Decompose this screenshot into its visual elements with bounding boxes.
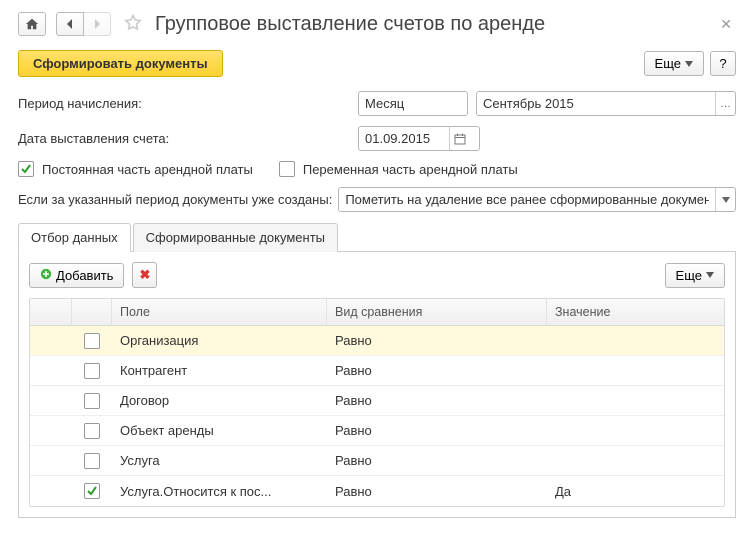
generate-documents-button[interactable]: Сформировать документы (18, 50, 223, 77)
add-label: Добавить (56, 268, 113, 283)
invoice-date-field[interactable] (358, 126, 480, 151)
table-row[interactable]: Услуга.Относится к пос...РавноДа (30, 476, 724, 506)
row-checkbox[interactable] (84, 483, 100, 499)
row-value: Да (547, 479, 724, 504)
tabs: Отбор данных Сформированные документы (18, 222, 736, 252)
table-row[interactable]: Объект арендыРавно (30, 416, 724, 446)
col-comparison: Вид сравнения (327, 299, 547, 325)
existing-docs-row: Если за указанный период документы уже с… (18, 187, 736, 212)
row-checkbox[interactable] (84, 363, 100, 379)
col-expand (30, 299, 72, 325)
row-comparison: Равно (327, 388, 547, 413)
tab-filter[interactable]: Отбор данных (18, 223, 131, 252)
row-checkbox[interactable] (84, 453, 100, 469)
tab-generated[interactable]: Сформированные документы (133, 223, 338, 252)
help-button[interactable]: ? (710, 51, 736, 76)
row-expand-cell (30, 456, 72, 466)
row-comparison: Равно (327, 418, 547, 443)
row-field: Контрагент (112, 358, 327, 383)
home-button[interactable] (18, 12, 46, 36)
row-check-cell (72, 388, 112, 414)
col-field: Поле (112, 299, 327, 325)
rent-parts-row: Постоянная часть арендной платы Переменн… (18, 161, 736, 177)
row-field: Организация (112, 328, 327, 353)
action-row: Сформировать документы Еще ? (18, 50, 736, 77)
row-checkbox[interactable] (84, 333, 100, 349)
variable-part-checkbox[interactable] (279, 161, 295, 177)
row-comparison: Равно (327, 479, 547, 504)
row-field: Объект аренды (112, 418, 327, 443)
row-expand-cell (30, 486, 72, 496)
more-label: Еще (655, 56, 681, 71)
more-button[interactable]: Еще (644, 51, 704, 76)
chevron-down-icon[interactable] (715, 188, 735, 211)
panel-more-label: Еще (676, 268, 702, 283)
period-row: Период начисления: … (18, 91, 736, 116)
row-check-cell (72, 448, 112, 474)
variable-part-label: Переменная часть арендной платы (303, 162, 518, 177)
forward-button[interactable] (83, 12, 111, 36)
back-button[interactable] (56, 12, 84, 36)
table-body: ОрганизацияРавноКонтрагентРавноДоговорРа… (30, 326, 724, 506)
existing-docs-label: Если за указанный период документы уже с… (18, 192, 332, 207)
col-check (72, 299, 112, 325)
calendar-icon[interactable] (449, 127, 469, 150)
delete-button[interactable]: ✖ (132, 262, 157, 288)
close-button[interactable]: ✕ (716, 16, 736, 33)
period-value-input[interactable] (477, 92, 715, 115)
nav-buttons (56, 12, 111, 36)
row-comparison: Равно (327, 328, 547, 353)
titlebar: Групповое выставление счетов по аренде ✕ (18, 12, 736, 36)
table-row[interactable]: ОрганизацияРавно (30, 326, 724, 356)
delete-icon: ✖ (139, 267, 150, 283)
ellipsis-icon[interactable]: … (715, 92, 735, 115)
row-field: Договор (112, 388, 327, 413)
period-type-select[interactable] (358, 91, 468, 116)
table-row[interactable]: КонтрагентРавно (30, 356, 724, 386)
period-value-select[interactable]: … (476, 91, 736, 116)
invoice-date-row: Дата выставления счета: (18, 126, 736, 151)
add-button[interactable]: Добавить (29, 263, 124, 288)
filter-table: Поле Вид сравнения Значение ОрганизацияР… (29, 298, 725, 507)
filter-panel: Добавить ✖ Еще Поле Вид сравнения Значен… (18, 252, 736, 518)
row-expand-cell (30, 396, 72, 406)
table-row[interactable]: УслугаРавно (30, 446, 724, 476)
row-expand-cell (30, 336, 72, 346)
row-field: Услуга (112, 448, 327, 473)
row-check-cell (72, 328, 112, 354)
row-value (547, 426, 724, 436)
plus-icon (40, 268, 52, 283)
row-comparison: Равно (327, 448, 547, 473)
row-expand-cell (30, 426, 72, 436)
panel-more-button[interactable]: Еще (665, 263, 725, 288)
existing-docs-input[interactable] (339, 188, 715, 211)
row-checkbox[interactable] (84, 423, 100, 439)
period-label: Период начисления: (18, 96, 358, 111)
row-field: Услуга.Относится к пос... (112, 479, 327, 504)
fixed-part-label: Постоянная часть арендной платы (42, 162, 253, 177)
row-value (547, 336, 724, 346)
favorite-star-icon[interactable] (123, 13, 143, 36)
row-expand-cell (30, 366, 72, 376)
invoice-date-label: Дата выставления счета: (18, 131, 358, 146)
row-comparison: Равно (327, 358, 547, 383)
table-header: Поле Вид сравнения Значение (30, 299, 724, 326)
col-value: Значение (547, 299, 724, 325)
row-check-cell (72, 478, 112, 504)
row-value (547, 456, 724, 466)
fixed-part-checkbox[interactable] (18, 161, 34, 177)
row-value (547, 366, 724, 376)
page-title: Групповое выставление счетов по аренде (155, 13, 545, 36)
filter-toolbar: Добавить ✖ Еще (29, 262, 725, 288)
row-checkbox[interactable] (84, 393, 100, 409)
existing-docs-select[interactable] (338, 187, 736, 212)
table-row[interactable]: ДоговорРавно (30, 386, 724, 416)
row-check-cell (72, 418, 112, 444)
invoice-date-input[interactable] (359, 127, 449, 150)
row-check-cell (72, 358, 112, 384)
row-value (547, 396, 724, 406)
